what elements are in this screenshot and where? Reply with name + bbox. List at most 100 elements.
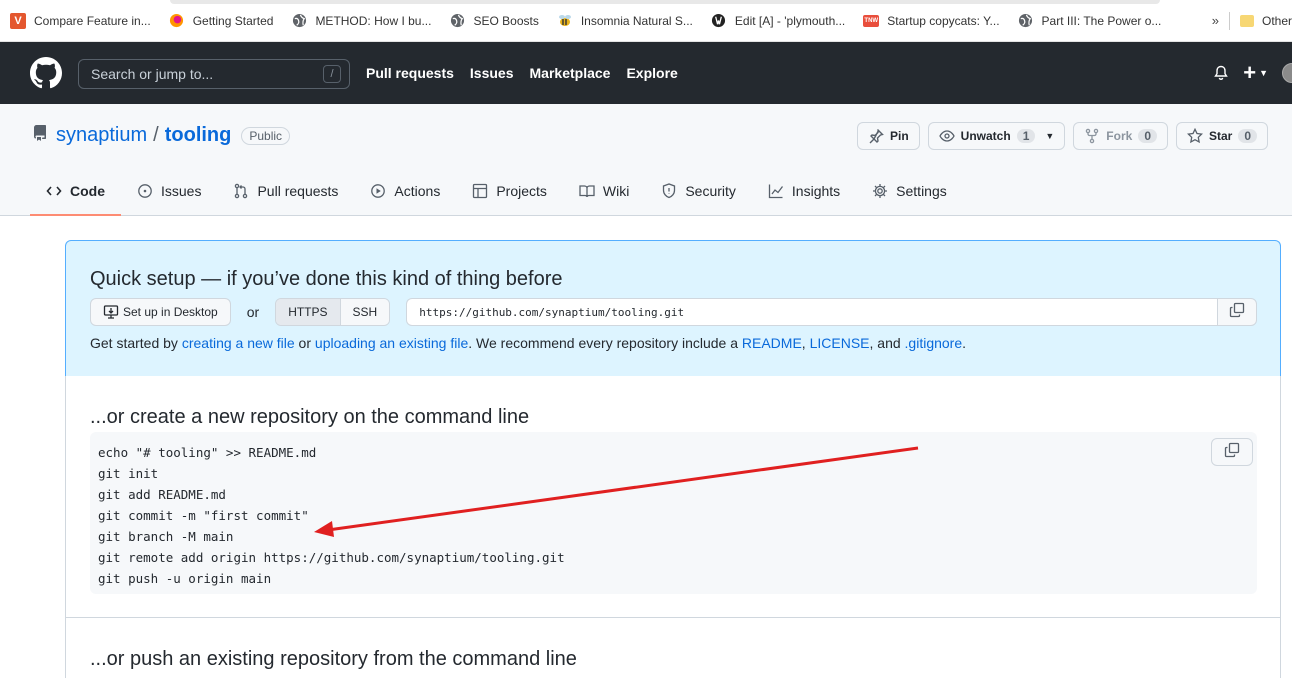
desktop-download-icon <box>103 304 119 320</box>
tab-label: Insights <box>791 183 841 199</box>
gitignore-link[interactable]: .gitignore <box>905 335 963 351</box>
tab-pull-requests[interactable]: Pull requests <box>217 170 354 212</box>
global-nav: Pull requests Issues Marketplace Explore <box>366 42 694 104</box>
graph-icon <box>768 183 784 199</box>
fork-button[interactable]: Fork 0 <box>1073 122 1168 150</box>
tab-insights[interactable]: Insights <box>752 170 856 212</box>
bookmark-1[interactable]: Getting Started <box>159 7 282 35</box>
unwatch-button[interactable]: Unwatch 1 ▼ <box>927 122 1066 150</box>
bookmark-0[interactable]: V Compare Feature in... <box>0 7 159 35</box>
bookmark-label: SEO Boosts <box>473 13 539 28</box>
search-placeholder: Search or jump to... <box>91 66 214 82</box>
repo-name-link[interactable]: tooling <box>165 124 232 147</box>
v-logo-icon: V <box>10 12 26 29</box>
repo-actions: Pin Unwatch 1 ▼ Fork 0 Star 0 <box>857 122 1276 150</box>
fork-label: Fork <box>1106 129 1133 143</box>
help-text: or <box>294 335 315 351</box>
issue-icon <box>137 183 153 199</box>
upload-existing-file-link[interactable]: uploading an existing file <box>315 335 468 351</box>
tab-label: Pull requests <box>257 183 339 199</box>
command-line-section: ...or create a new repository on the com… <box>65 376 1281 618</box>
bookmark-label: METHOD: How I bu... <box>315 13 432 28</box>
help-text: Get started by <box>90 335 182 351</box>
code-line: git add README.md <box>98 487 226 502</box>
copy-url-button[interactable] <box>1217 298 1257 326</box>
setup-in-desktop-label: Set up in Desktop <box>123 305 218 319</box>
search-input[interactable]: Search or jump to... / <box>78 59 350 89</box>
https-button[interactable]: HTTPS <box>276 299 341 325</box>
tab-label: Security <box>685 183 736 199</box>
tab-projects[interactable]: Projects <box>456 170 563 212</box>
tab-code[interactable]: Code <box>30 170 121 216</box>
other-bookmarks-button[interactable]: Other <box>1262 14 1292 28</box>
wordpress-icon <box>711 13 727 29</box>
plus-icon: + <box>1243 60 1257 85</box>
tab-actions[interactable]: Actions <box>354 170 456 212</box>
help-text: , <box>801 335 810 351</box>
nav-issues[interactable]: Issues <box>470 65 514 81</box>
clone-row: Set up in Desktop or HTTPS SSH https://g… <box>90 298 1257 326</box>
bookmarks-overflow-button[interactable]: » <box>1202 13 1229 28</box>
code-line: git branch -M main <box>98 529 234 544</box>
tab-label: Projects <box>496 183 547 199</box>
nav-marketplace[interactable]: Marketplace <box>530 65 611 81</box>
code-block: echo "# tooling" >> README.md git init git… <box>90 432 1257 594</box>
push-existing-title: ...or push an existing repository from t… <box>90 648 577 670</box>
keyboard-shortcut-badge: / <box>323 65 341 83</box>
tab-settings[interactable]: Settings <box>856 170 963 212</box>
tab-strip-edge <box>170 0 1160 4</box>
avatar[interactable] <box>1282 63 1292 83</box>
chevron-down-icon: ▼ <box>1045 131 1055 141</box>
tab-security[interactable]: Security <box>645 170 752 212</box>
tab-issues[interactable]: Issues <box>121 170 217 212</box>
create-new-file-link[interactable]: creating a new file <box>182 335 295 351</box>
bookmark-3[interactable]: SEO Boosts <box>439 7 546 35</box>
pin-label: Pin <box>890 129 909 143</box>
divider <box>1228 11 1230 30</box>
copy-icon <box>1229 302 1245 323</box>
play-icon <box>370 183 386 199</box>
code-line: git remote add origin https://github.com… <box>98 550 565 565</box>
bookmark-6[interactable]: TNW Startup copycats: Y... <box>853 7 1007 35</box>
github-header: Search or jump to... / Pull requests Iss… <box>0 42 1292 104</box>
code-lines: echo "# tooling" >> README.md git init git… <box>98 442 565 589</box>
ssh-button[interactable]: SSH <box>340 299 390 325</box>
pin-icon <box>868 128 884 144</box>
bee-icon <box>557 13 573 29</box>
star-button[interactable]: Star 0 <box>1176 122 1269 150</box>
tab-label: Wiki <box>602 183 630 199</box>
repo-title: synaptium / tooling Public <box>32 124 291 147</box>
github-logo-icon[interactable] <box>30 57 62 89</box>
visibility-badge: Public <box>241 126 291 145</box>
clone-url-input[interactable]: https://github.com/synaptium/tooling.git <box>406 298 1217 326</box>
create-new-button[interactable]: + ▼ <box>1243 62 1268 84</box>
setup-in-desktop-button[interactable]: Set up in Desktop <box>90 298 231 326</box>
bookmark-2[interactable]: METHOD: How I bu... <box>281 7 439 35</box>
star-label: Star <box>1209 129 1233 143</box>
help-text: , and <box>869 335 905 351</box>
tab-wiki[interactable]: Wiki <box>563 170 645 212</box>
quick-setup-title: Quick setup — if you’ve done this kind o… <box>90 268 563 290</box>
bookmark-7[interactable]: Part III: The Power o... <box>1008 7 1170 35</box>
bell-icon[interactable] <box>1213 65 1229 81</box>
command-line-title: ...or create a new repository on the com… <box>90 406 530 428</box>
nav-pull-requests[interactable]: Pull requests <box>366 65 454 81</box>
copy-commands-button[interactable] <box>1211 438 1253 466</box>
license-link[interactable]: LICENSE <box>810 335 870 351</box>
repo-icon <box>32 124 48 147</box>
pin-button[interactable]: Pin <box>857 122 920 150</box>
table-icon <box>472 183 488 199</box>
bookmark-label: Startup copycats: Y... <box>887 13 1000 28</box>
bookmark-5[interactable]: Edit [A] - 'plymouth... <box>701 7 853 35</box>
code-line: git commit -m "first commit" <box>98 508 309 523</box>
fork-icon <box>1084 128 1100 144</box>
nav-explore[interactable]: Explore <box>626 65 677 81</box>
repo-header: synaptium / tooling Public Pin Unwatch 1… <box>0 104 1292 216</box>
code-line: git init <box>98 466 159 481</box>
repo-owner-link[interactable]: synaptium <box>56 124 147 147</box>
readme-link[interactable]: README <box>742 335 802 351</box>
code-icon <box>46 183 62 199</box>
bookmark-4[interactable]: Insomnia Natural S... <box>547 7 701 35</box>
quick-setup-help: Get started by creating a new file or up… <box>90 335 966 351</box>
watch-count: 1 <box>1016 129 1036 143</box>
